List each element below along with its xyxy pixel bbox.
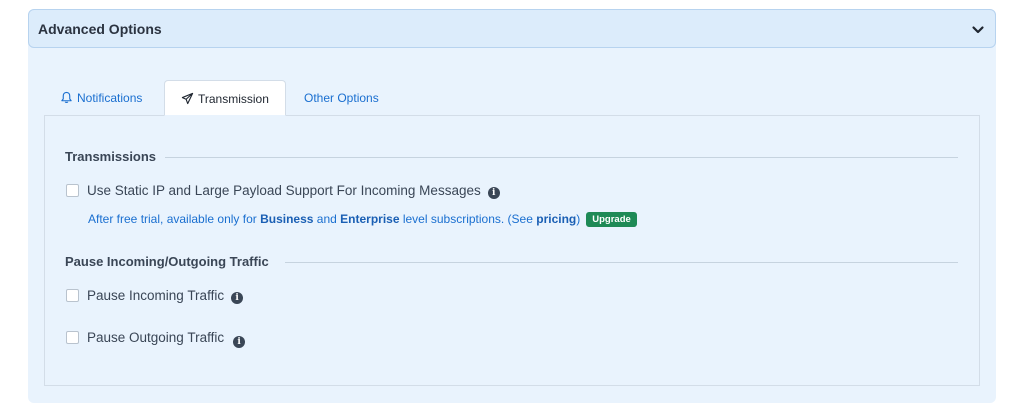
info-icon[interactable]: i [233,336,246,348]
note-text: level subscriptions. (See [399,212,537,226]
tab-label: Other Options [304,91,379,105]
pause-incoming-option: Pause Incoming Traffic i [66,288,244,306]
divider [285,262,958,263]
enterprise-text: Enterprise [340,212,400,226]
tab-notifications[interactable]: Notifications [44,80,158,116]
note-text: ) [576,212,581,226]
advanced-options-header[interactable]: Advanced Options [28,9,996,48]
info-icon[interactable]: i [487,187,500,199]
advanced-options-panel: Advanced Options Notifications Transmiss… [28,9,996,403]
chevron-down-icon[interactable] [971,23,985,37]
subscription-note: After free trial, available only for Bus… [88,212,637,227]
note-text: and [313,212,341,226]
divider [165,157,958,158]
static-ip-checkbox[interactable] [66,184,79,197]
note-text: After free trial, available only for [88,212,261,226]
static-ip-label[interactable]: Use Static IP and Large Payload Support … [87,183,481,198]
pause-outgoing-option: Pause Outgoing Traffic i [66,330,246,348]
pause-incoming-checkbox[interactable] [66,289,79,302]
pause-outgoing-label[interactable]: Pause Outgoing Traffic [87,330,224,345]
bell-icon [61,91,72,103]
tab-other-options[interactable]: Other Options [288,80,395,116]
pause-outgoing-checkbox[interactable] [66,331,79,344]
transmission-tab-content: Transmissions Use Static IP and Large Pa… [44,115,980,386]
tab-label: Notifications [77,91,143,105]
panel-title: Advanced Options [38,21,162,37]
upgrade-button[interactable]: Upgrade [586,212,637,227]
options-tabs: Notifications Transmission Other Options [44,80,979,116]
transmissions-heading: Transmissions [65,149,166,164]
business-text: Business [260,212,314,226]
pause-incoming-label[interactable]: Pause Incoming Traffic [87,288,224,303]
static-ip-option: Use Static IP and Large Payload Support … [66,183,500,201]
paper-plane-icon [181,92,194,105]
pricing-link[interactable]: pricing [536,212,576,226]
info-icon[interactable]: i [231,292,244,304]
tab-transmission[interactable]: Transmission [164,80,286,116]
pause-traffic-heading: Pause Incoming/Outgoing Traffic [65,254,278,269]
tab-label: Transmission [198,92,269,106]
